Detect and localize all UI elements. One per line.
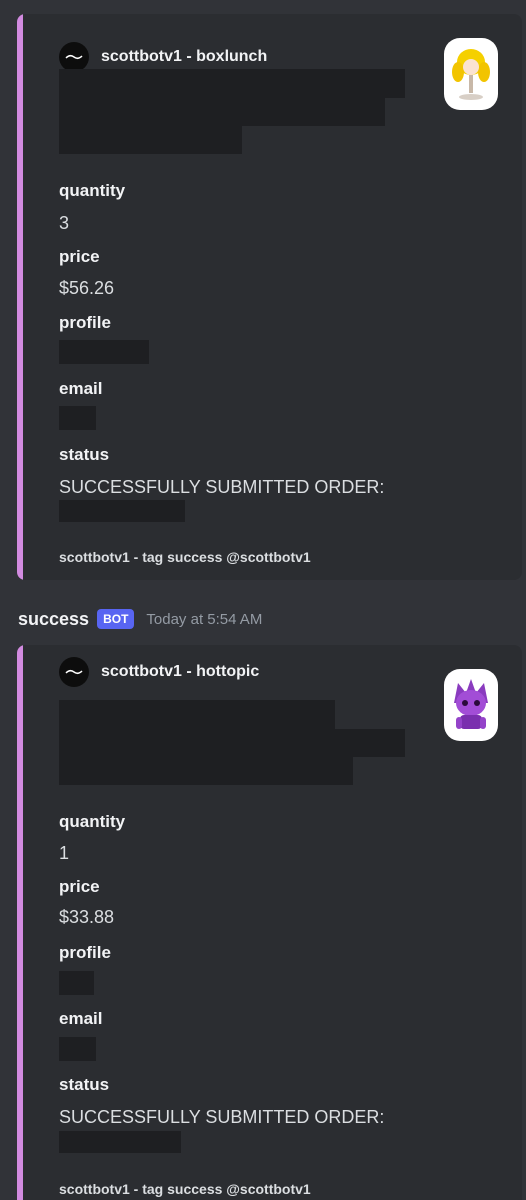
redacted-block — [59, 98, 385, 126]
field-value-status: SUCCESSFULLY SUBMITTED ORDER: — [59, 1107, 385, 1127]
message-header: success BOT Today at 5:54 AM — [18, 606, 262, 632]
order-embed-boxlunch: scottbotv1 - boxlunch quantity 3 price $… — [17, 14, 522, 580]
redacted-block — [59, 757, 353, 785]
field-name-profile: profile — [59, 313, 111, 332]
bot-tag-badge: BOT — [97, 609, 135, 629]
redacted-block — [59, 69, 405, 98]
message-username[interactable]: success — [18, 609, 89, 630]
author-avatar-icon — [59, 657, 89, 687]
field-name-email: email — [59, 379, 103, 398]
field-name-price: price — [59, 877, 100, 896]
redacted-order-number — [59, 500, 185, 522]
embed-author-name: scottbotv1 - boxlunch — [101, 48, 268, 65]
redacted-email — [59, 406, 96, 430]
embed-footer: scottbotv1 - tag success @scottbotv1 — [59, 1181, 311, 1197]
field-value-price: $33.88 — [59, 907, 115, 927]
embed-footer: scottbotv1 - tag success @scottbotv1 — [59, 549, 311, 565]
field-name-status: status — [59, 1075, 110, 1094]
field-name-status: status — [59, 445, 110, 464]
embed-accent-bar — [17, 645, 23, 1200]
embed-author[interactable]: scottbotv1 - boxlunch — [59, 42, 267, 72]
redacted-block — [59, 729, 405, 757]
field-value-quantity: 1 — [59, 843, 70, 863]
doll-figure-icon[interactable] — [444, 38, 498, 110]
order-embed-hottopic: scottbotv1 - hottopic quantity 1 price $… — [17, 645, 522, 1200]
embed-author-name: scottbotv1 - hottopic — [101, 663, 260, 680]
chat-view: scottbotv1 - boxlunch quantity 3 price $… — [0, 0, 526, 1200]
field-name-quantity: quantity — [59, 181, 126, 200]
embed-accent-bar — [17, 14, 23, 580]
redacted-profile — [59, 971, 94, 995]
redacted-email — [59, 1037, 96, 1061]
author-avatar-icon — [59, 42, 89, 72]
field-value-quantity: 3 — [59, 213, 70, 233]
field-value-status: SUCCESSFULLY SUBMITTED ORDER: — [59, 477, 385, 497]
field-name-email: email — [59, 1009, 103, 1028]
redacted-block — [59, 700, 335, 729]
field-value-price: $56.26 — [59, 278, 115, 298]
funko-figure-icon[interactable] — [444, 669, 498, 741]
message-timestamp[interactable]: Today at 5:54 AM — [146, 611, 262, 628]
field-name-quantity: quantity — [59, 812, 126, 831]
redacted-order-number — [59, 1131, 181, 1153]
field-name-price: price — [59, 247, 100, 266]
field-name-profile: profile — [59, 943, 111, 962]
redacted-block — [59, 126, 242, 154]
redacted-profile — [59, 340, 149, 364]
embed-author[interactable]: scottbotv1 - hottopic — [59, 657, 259, 687]
